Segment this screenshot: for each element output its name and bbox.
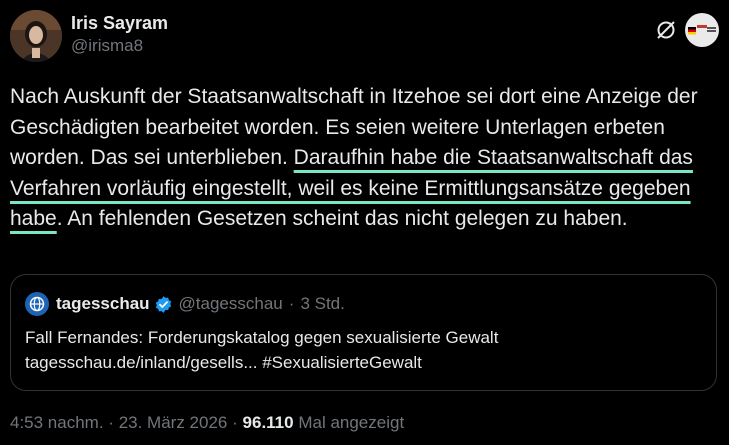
verified-badge-icon	[155, 295, 171, 313]
tweet-text: Nach Auskunft der Staatsanwaltschaft in …	[10, 82, 722, 235]
author-handle[interactable]: @irisma8	[71, 34, 168, 58]
quote-author-name[interactable]: tagesschau	[56, 294, 150, 314]
author-info: Iris Sayram @irisma8	[71, 12, 168, 58]
quote-header: tagesschau @tagesschau · 3 Std.	[25, 292, 345, 316]
quote-line: Fall Fernandes: Forderungskatalog gegen …	[25, 328, 499, 347]
tweet-meta: 4:53 nachm. · 23. März 2026 · 96.110 Mal…	[10, 413, 404, 433]
tweet-header: Iris Sayram @irisma8	[10, 10, 719, 64]
quote-author-handle[interactable]: @tagesschau	[179, 294, 283, 314]
quote-link-line[interactable]: tagesschau.de/inland/gesells... #Sexuali…	[25, 350, 705, 375]
tweet-text-part: . An fehlenden Gesetzen scheint das nich…	[56, 207, 628, 230]
quote-text: Fall Fernandes: Forderungskatalog gegen …	[25, 325, 705, 375]
meta-separator: ·	[108, 413, 114, 432]
author-name[interactable]: Iris Sayram	[71, 12, 168, 34]
grok-icon[interactable]	[653, 17, 679, 43]
quote-time[interactable]: 3 Std.	[300, 294, 344, 314]
tweet-time[interactable]: 4:53 nachm.	[10, 413, 104, 432]
avatar-image	[10, 10, 62, 62]
view-count: 96.110	[242, 413, 294, 432]
header-actions	[653, 13, 719, 47]
tagesschau-logo-icon[interactable]	[25, 292, 49, 316]
tweet-date[interactable]: 23. März 2026	[119, 413, 228, 432]
quoted-tweet[interactable]: tagesschau @tagesschau · 3 Std. Fall Fer…	[10, 274, 717, 391]
avatar[interactable]	[10, 10, 62, 62]
quote-separator: ·	[288, 294, 295, 313]
meta-separator: ·	[232, 413, 238, 432]
profile-badge-icon[interactable]	[685, 13, 719, 47]
view-label: Mal angezeigt	[298, 413, 405, 432]
